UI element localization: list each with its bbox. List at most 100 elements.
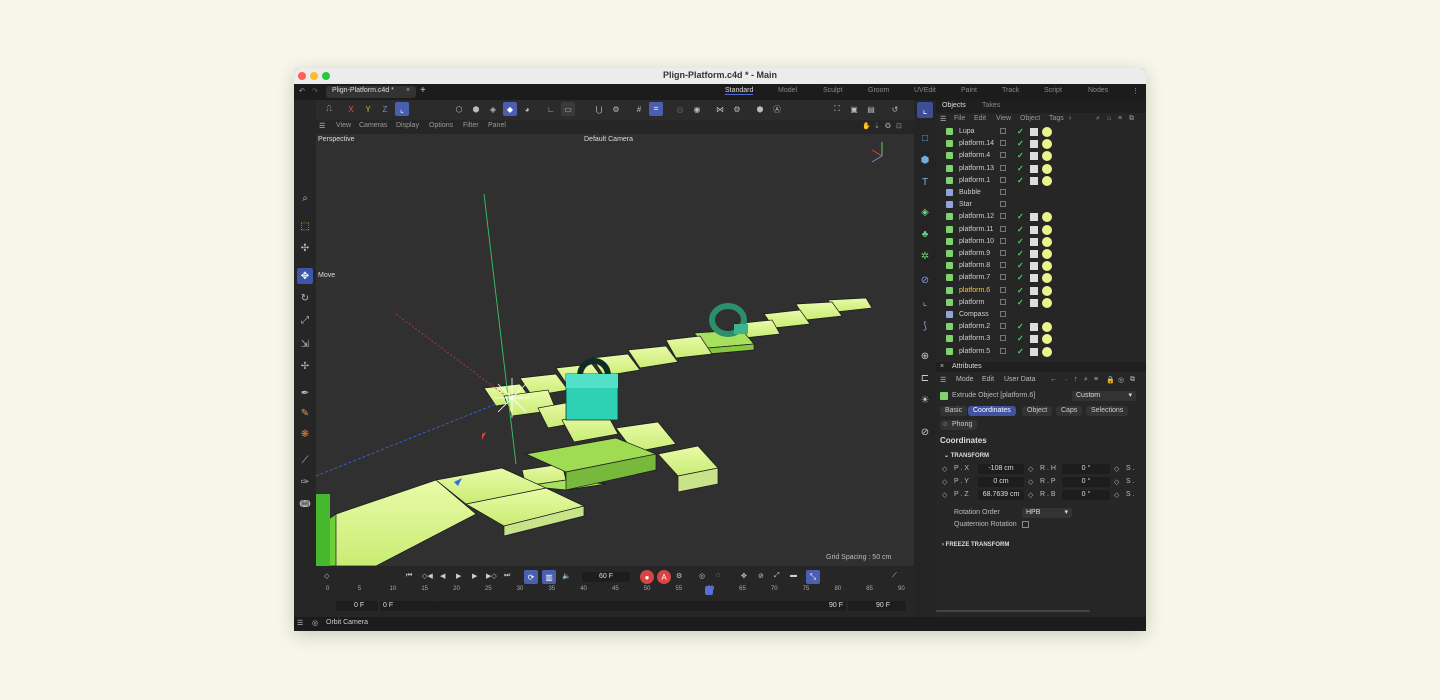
workspace-nodes[interactable]: Nodes xyxy=(1088,87,1108,94)
viewport-menu-panel[interactable]: Panel xyxy=(488,122,506,129)
object-row[interactable]: platform.9 ✓ xyxy=(936,248,1146,260)
search-icon[interactable]: ⌕ xyxy=(1096,115,1100,123)
null-icon[interactable]: □ xyxy=(917,130,933,146)
lock-x-button[interactable]: X xyxy=(344,102,358,116)
render-settings-icon[interactable]: ◉ xyxy=(690,102,704,116)
record-icon[interactable]: ● xyxy=(640,570,654,584)
visibility-icon[interactable] xyxy=(1000,237,1006,244)
frame-ruler[interactable]: 051015202530354045505560657075808590 xyxy=(316,586,914,600)
knife-icon[interactable]: ✑ xyxy=(297,474,313,490)
pz-field[interactable]: 68.7639 cm xyxy=(978,490,1024,500)
fps-icon[interactable]: ▥ xyxy=(542,570,556,584)
workspace-paint[interactable]: Paint xyxy=(961,87,977,94)
visibility-icon[interactable] xyxy=(1000,347,1006,354)
brush-icon[interactable]: ⟋ xyxy=(297,452,313,468)
phong-tag-icon[interactable] xyxy=(1042,261,1052,272)
transfer-icon[interactable]: ⇲ xyxy=(297,336,313,352)
viewport-menu-icon[interactable]: ☰ xyxy=(319,122,325,130)
enable-check-icon[interactable]: ✓ xyxy=(1017,151,1024,160)
sz-key-icon[interactable]: ◇ xyxy=(1114,491,1119,499)
material-tag-icon[interactable] xyxy=(1030,128,1038,136)
paint-icon[interactable]: ❋ xyxy=(297,426,313,442)
phong-tag-icon[interactable] xyxy=(1042,334,1052,345)
cloner-icon[interactable]: ♣ xyxy=(917,226,933,242)
scatter-icon[interactable]: ✢ xyxy=(297,358,313,374)
live-selection-icon[interactable]: ⬚ xyxy=(297,218,313,234)
rb-field[interactable]: 0 ° xyxy=(1062,490,1110,500)
enable-check-icon[interactable]: ✓ xyxy=(1017,273,1024,282)
close-attributes-icon[interactable]: × xyxy=(940,363,944,370)
attr-menu-userdata[interactable]: User Data xyxy=(1004,376,1036,383)
go-to-end-icon[interactable]: ⏭ xyxy=(504,572,510,580)
interpolation-icon[interactable]: ⤡ xyxy=(806,570,820,584)
viewport-menu-options[interactable]: Options xyxy=(429,122,453,129)
material-tag-icon[interactable] xyxy=(1030,347,1038,356)
freeze-transform-group[interactable]: › FREEZE TRANSFORM xyxy=(942,542,1009,548)
phong-tag-icon[interactable] xyxy=(1042,236,1052,247)
text-icon[interactable]: T xyxy=(917,174,933,190)
py-field[interactable]: 0 cm xyxy=(978,477,1024,487)
object-row[interactable]: Lupa ✓ xyxy=(936,126,1146,138)
quaternion-checkbox[interactable] xyxy=(1022,521,1029,528)
object-row[interactable]: platform.10 ✓ xyxy=(936,236,1146,248)
tab-object[interactable]: Object xyxy=(1022,406,1053,416)
phong-tag-icon[interactable] xyxy=(1042,297,1052,308)
enable-check-icon[interactable]: ✓ xyxy=(1017,334,1024,343)
objects-menu-view[interactable]: View xyxy=(996,115,1011,122)
object-row[interactable]: platform.13 ✓ xyxy=(936,163,1146,175)
key-mode-icon[interactable]: ▬ xyxy=(790,572,797,579)
range-slider[interactable] xyxy=(436,601,846,611)
spline-icon[interactable]: ⌞ xyxy=(917,294,933,310)
lock-z-button[interactable]: Z xyxy=(378,102,392,116)
tab-phong[interactable]: ○ Phong xyxy=(940,420,978,430)
object-row[interactable]: platform.4 ✓ xyxy=(936,150,1146,162)
attr-menu-edit[interactable]: Edit xyxy=(982,376,994,383)
filter-icon[interactable]: ≡ xyxy=(1118,115,1122,122)
material-tag-icon[interactable] xyxy=(1030,164,1038,173)
rotate-tool-icon[interactable]: ↻ xyxy=(297,290,313,306)
cube-icon[interactable]: ⬢ xyxy=(753,102,767,116)
visibility-icon[interactable] xyxy=(1000,189,1006,195)
tab-selections[interactable]: Selections xyxy=(1086,406,1129,416)
more-icon[interactable]: ⋮ xyxy=(1132,87,1139,95)
material-tag-icon[interactable] xyxy=(1030,335,1038,344)
object-row[interactable]: platform.11 ✓ xyxy=(936,224,1146,236)
tab-coordinates[interactable]: Coordinates xyxy=(968,406,1016,416)
up-icon[interactable]: ↑ xyxy=(1074,376,1078,383)
workspace-uvedit[interactable]: UVEdit xyxy=(914,87,936,94)
viewport[interactable]: Perspective Default Camera Move Grid Spa… xyxy=(316,134,914,566)
points-mode-icon[interactable]: ⬡ xyxy=(452,102,466,116)
enable-check-icon[interactable]: ✓ xyxy=(1017,347,1024,356)
pan-icon[interactable]: ✋ xyxy=(862,122,871,130)
visibility-icon[interactable] xyxy=(1000,335,1006,342)
attr-search-icon[interactable]: ⌕ xyxy=(1084,376,1088,384)
object-row[interactable]: platform.7 ✓ xyxy=(936,272,1146,284)
coordinate-manager-icon[interactable]: ⌞ xyxy=(917,102,933,118)
px-field[interactable]: -108 cm xyxy=(978,464,1024,474)
key-position-icon[interactable]: ◎ xyxy=(699,572,705,580)
enable-check-icon[interactable]: ✓ xyxy=(1017,127,1024,136)
move-tool-icon[interactable]: ✥ xyxy=(297,268,313,284)
viewport-menu-display[interactable]: Display xyxy=(396,122,419,129)
objects-menu-object[interactable]: Object xyxy=(1020,115,1040,122)
playhead[interactable] xyxy=(705,586,714,595)
next-key-icon[interactable]: ▶◇ xyxy=(486,572,497,580)
status-menu-icon[interactable]: ☰ xyxy=(297,619,303,627)
material-tag-icon[interactable] xyxy=(1030,274,1038,283)
grid-icon[interactable]: # xyxy=(632,102,646,116)
visibility-icon[interactable] xyxy=(1000,152,1006,159)
rotation-order-dropdown[interactable]: HPB ▾ xyxy=(1022,508,1072,518)
attr-filter-icon[interactable]: ≡ xyxy=(1094,376,1098,383)
material-tag-icon[interactable] xyxy=(1030,225,1038,234)
new-window-icon[interactable]: ⧉ xyxy=(1129,115,1134,123)
visibility-icon[interactable] xyxy=(1000,176,1006,183)
workplane-icon[interactable]: ▭ xyxy=(561,102,575,116)
objects-menu-tags[interactable]: Tags xyxy=(1049,115,1064,122)
attr-menu-mode[interactable]: Mode xyxy=(956,376,974,383)
visibility-icon[interactable] xyxy=(1000,201,1006,208)
coordinate-system-icon[interactable]: ⌞ xyxy=(395,102,409,116)
visibility-icon[interactable] xyxy=(1000,213,1006,220)
attr-settings-icon[interactable]: ◎ xyxy=(1118,376,1124,384)
undo-icon[interactable]: ↶ xyxy=(299,87,305,95)
search-icon[interactable]: ⌕ xyxy=(297,190,313,206)
